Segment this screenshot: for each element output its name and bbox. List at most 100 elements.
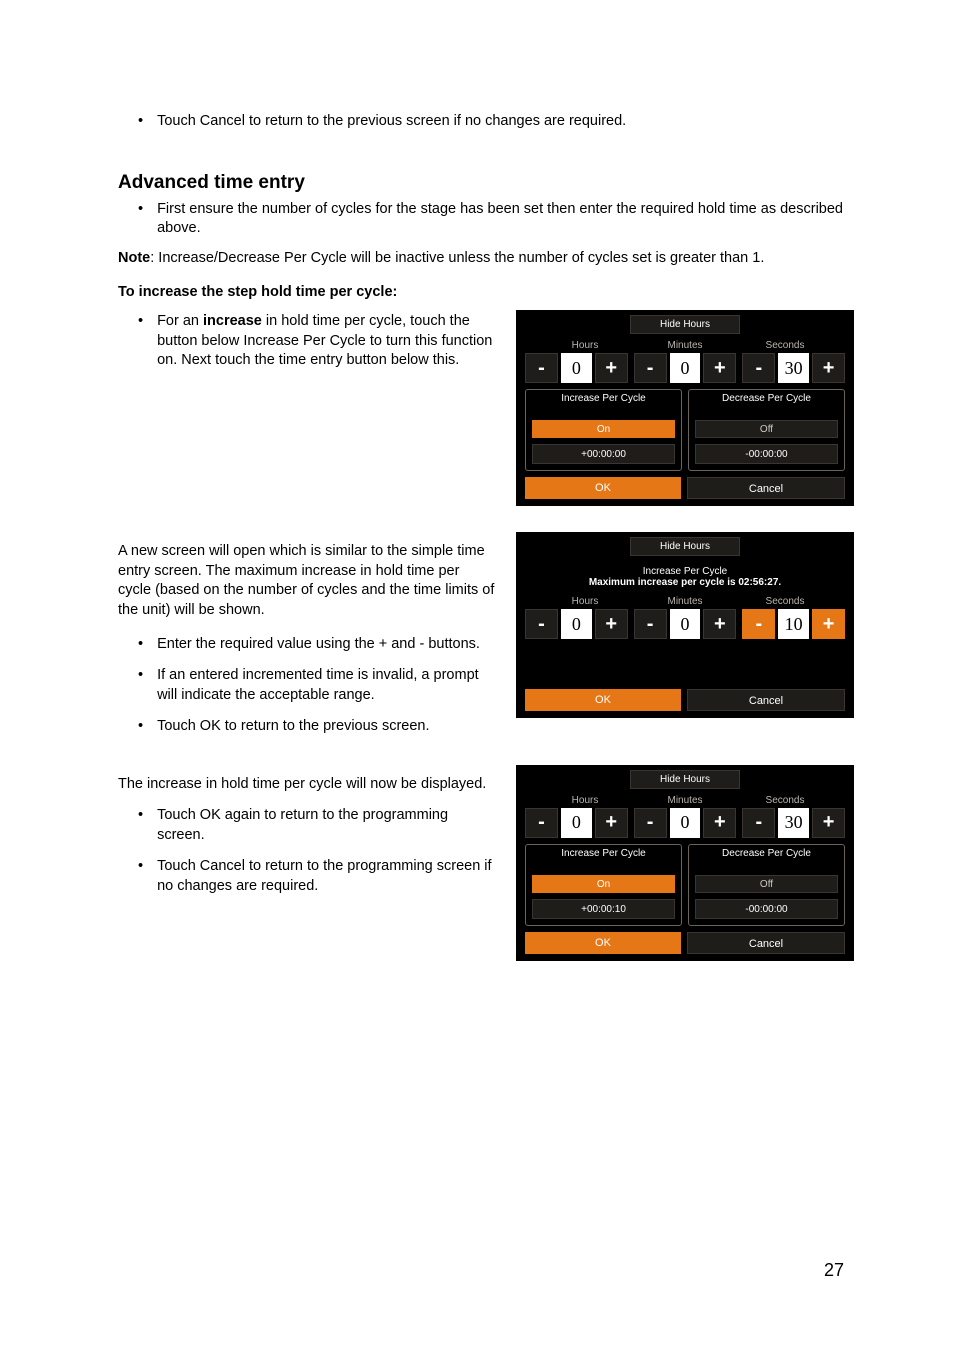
intro-bullet-text: Touch Cancel to return to the previous s… xyxy=(157,112,626,132)
bullet-dot xyxy=(138,666,143,705)
label-hours: Hours xyxy=(535,596,635,607)
label-minutes: Minutes xyxy=(635,340,735,351)
hours-value: 0 xyxy=(561,353,592,383)
hours-plus-button[interactable]: + xyxy=(595,808,628,838)
minutes-spinner: - 0 + xyxy=(634,609,737,639)
spinner-row: - 0 + - 0 + - 10 + xyxy=(521,609,849,645)
hours-value: 0 xyxy=(561,808,592,838)
cancel-button[interactable]: Cancel xyxy=(687,932,845,954)
minutes-minus-button[interactable]: - xyxy=(634,353,667,383)
t: Maximum increase per cycle is 02:56:27. xyxy=(521,577,849,588)
seconds-plus-button[interactable]: + xyxy=(812,808,845,838)
ok-button[interactable]: OK xyxy=(525,477,681,499)
hours-plus-button[interactable]: + xyxy=(595,353,628,383)
minutes-plus-button[interactable]: + xyxy=(703,353,736,383)
seconds-plus-button[interactable]: + xyxy=(812,609,845,639)
seconds-spinner: - 30 + xyxy=(742,808,845,838)
block-3-para: The increase in hold time per cycle will… xyxy=(118,775,496,795)
t: If an entered incremented time is invali… xyxy=(157,666,496,705)
decrease-title: Decrease Per Cycle xyxy=(689,845,844,865)
decrease-toggle[interactable]: Off xyxy=(695,420,838,438)
list-item: Touch OK to return to the previous scree… xyxy=(138,717,496,737)
hours-minus-button[interactable]: - xyxy=(525,353,558,383)
label-hours: Hours xyxy=(535,795,635,806)
hide-hours-button[interactable]: Hide Hours xyxy=(630,315,740,334)
seconds-plus-button[interactable]: + xyxy=(812,353,845,383)
t: Increase Per Cycle xyxy=(521,566,849,577)
block-1-bullet-text: For an increase in hold time per cycle, … xyxy=(157,312,496,371)
screen-3: Hide Hours Hours Minutes Seconds - 0 + -… xyxy=(516,765,854,961)
t: Touch OK again to return to the programm… xyxy=(157,806,496,845)
increase-toggle[interactable]: On xyxy=(532,420,675,438)
block-1-bullet: For an increase in hold time per cycle, … xyxy=(138,312,496,371)
bullet-dot xyxy=(138,717,143,737)
seconds-minus-button[interactable]: - xyxy=(742,609,775,639)
bullet-dot xyxy=(138,635,143,655)
minutes-plus-button[interactable]: + xyxy=(703,808,736,838)
minutes-value: 0 xyxy=(670,609,701,639)
minutes-plus-button[interactable]: + xyxy=(703,609,736,639)
hide-hours-button[interactable]: Hide Hours xyxy=(630,537,740,556)
hours-spinner: - 0 + xyxy=(525,353,628,383)
hours-minus-button[interactable]: - xyxy=(525,808,558,838)
list-item: If an entered incremented time is invali… xyxy=(138,666,496,705)
increase-time-button[interactable]: +00:00:10 xyxy=(532,899,675,919)
hide-hours-button[interactable]: Hide Hours xyxy=(630,770,740,789)
ok-cancel-row: OK Cancel xyxy=(521,932,849,956)
ok-button[interactable]: OK xyxy=(525,932,681,954)
ok-cancel-row: OK Cancel xyxy=(521,477,849,501)
heading-bullet-text: First ensure the number of cycles for th… xyxy=(157,200,854,239)
seconds-value: 10 xyxy=(778,609,809,639)
list-item: Touch OK again to return to the programm… xyxy=(138,806,496,845)
decrease-time-button[interactable]: -00:00:00 xyxy=(695,444,838,464)
minutes-value: 0 xyxy=(670,353,701,383)
bullet-dot xyxy=(138,200,143,239)
bullet-dot xyxy=(138,312,143,371)
section-heading: Advanced time entry xyxy=(118,172,854,194)
note-line: Note: Increase/Decrease Per Cycle will b… xyxy=(118,249,854,269)
block-2: A new screen will open which is similar … xyxy=(118,532,854,743)
bullet-dot xyxy=(138,112,143,132)
block-3: The increase in hold time per cycle will… xyxy=(118,765,854,961)
increase-toggle[interactable]: On xyxy=(532,875,675,893)
ok-button[interactable]: OK xyxy=(525,689,681,711)
cycle-section-row: Increase Per Cycle On +00:00:00 Decrease… xyxy=(521,389,849,477)
hours-plus-button[interactable]: + xyxy=(595,609,628,639)
seconds-value: 30 xyxy=(778,808,809,838)
note-text: : Increase/Decrease Per Cycle will be in… xyxy=(150,250,764,266)
spinner-row: - 0 + - 0 + - 30 + xyxy=(521,808,849,844)
hours-minus-button[interactable]: - xyxy=(525,609,558,639)
seconds-spinner: - 30 + xyxy=(742,353,845,383)
bullet-dot xyxy=(138,806,143,845)
t: Touch Cancel to return to the programmin… xyxy=(157,857,496,896)
block-3-text: The increase in hold time per cycle will… xyxy=(118,765,496,903)
cancel-button[interactable]: Cancel xyxy=(687,689,845,711)
cycle-section-row: Increase Per Cycle On +00:00:10 Decrease… xyxy=(521,844,849,932)
decrease-toggle[interactable]: Off xyxy=(695,875,838,893)
label-seconds: Seconds xyxy=(735,596,835,607)
screen-1: Hide Hours Hours Minutes Seconds - 0 + -… xyxy=(516,310,854,506)
minutes-minus-button[interactable]: - xyxy=(634,609,667,639)
hours-spinner: - 0 + xyxy=(525,808,628,838)
seconds-minus-button[interactable]: - xyxy=(742,353,775,383)
minutes-spinner: - 0 + xyxy=(634,808,737,838)
block-2-text: A new screen will open which is similar … xyxy=(118,532,496,743)
minutes-value: 0 xyxy=(670,808,701,838)
decrease-time-button[interactable]: -00:00:00 xyxy=(695,899,838,919)
intro-bullet: Touch Cancel to return to the previous s… xyxy=(138,112,854,132)
cancel-button[interactable]: Cancel xyxy=(687,477,845,499)
minutes-minus-button[interactable]: - xyxy=(634,808,667,838)
block-2-para: A new screen will open which is similar … xyxy=(118,542,496,620)
label-minutes: Minutes xyxy=(635,596,735,607)
block-1: For an increase in hold time per cycle, … xyxy=(118,310,854,506)
t: Touch OK to return to the previous scree… xyxy=(157,717,429,737)
bullet-dot xyxy=(138,857,143,896)
increase-per-cycle-box: Increase Per Cycle On +00:00:00 xyxy=(525,389,682,471)
increase-time-button[interactable]: +00:00:00 xyxy=(532,444,675,464)
label-hours: Hours xyxy=(535,340,635,351)
minutes-spinner: - 0 + xyxy=(634,353,737,383)
seconds-minus-button[interactable]: - xyxy=(742,808,775,838)
ok-cancel-row: OK Cancel xyxy=(521,689,849,713)
increase-per-cycle-box: Increase Per Cycle On +00:00:10 xyxy=(525,844,682,926)
list-item: Enter the required value using the + and… xyxy=(138,635,496,655)
